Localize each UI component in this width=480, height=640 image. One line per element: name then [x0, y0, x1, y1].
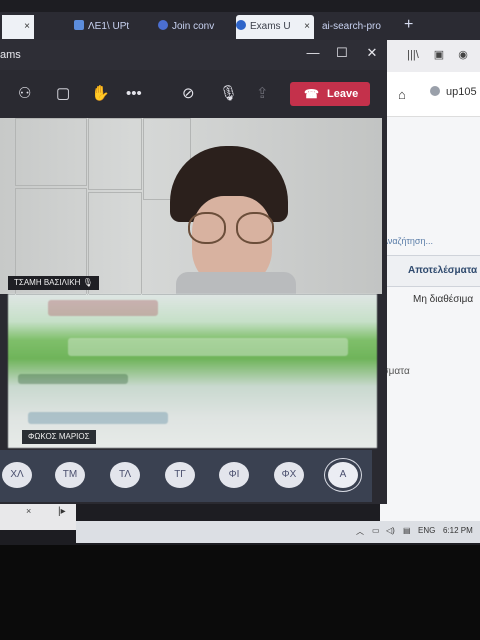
site-nav: ⌂ up105 [380, 72, 480, 117]
participant-avatar[interactable]: ΤΛ [110, 462, 140, 488]
participant-avatar[interactable]: ΤΜ [55, 462, 85, 488]
tab-ai-search[interactable]: ai-search-pro [322, 15, 392, 39]
person-shirt [176, 272, 296, 294]
participant-name-2: ΦΩΚΟΣ ΜΑΡΙΟΣ [22, 430, 96, 444]
glasses [188, 212, 226, 244]
participant-avatar[interactable]: ΦΧ [274, 462, 304, 488]
collapse-arrow-icon[interactable]: |▸ [58, 506, 66, 517]
participants-icon[interactable]: ⚇ [18, 86, 31, 102]
participant-avatar-selected[interactable]: Α [328, 462, 358, 488]
share-screen-icon[interactable]: ⇪ [256, 86, 269, 102]
close-window-icon[interactable]: ✕ [364, 45, 380, 61]
clock[interactable]: 6:12 PM [443, 526, 473, 535]
home-icon[interactable]: ⌂ [398, 87, 406, 102]
close-tab-icon[interactable]: × [24, 15, 30, 39]
tray-chevron-icon[interactable]: ︿ [356, 526, 364, 537]
tab-partial[interactable]: × [2, 15, 34, 39]
search-hint[interactable]: Αναζήτηση... [382, 236, 433, 246]
library-icon[interactable]: |||\ [406, 48, 420, 62]
raise-hand-icon[interactable]: ✋ [91, 86, 110, 102]
browser-toolbar: |||\ ▣ ◉ [380, 40, 480, 73]
profile-icon[interactable]: ◉ [456, 48, 470, 62]
ime-icon[interactable]: ▤ [403, 526, 411, 535]
participant-avatar[interactable]: ΧΛ [2, 462, 32, 488]
camera-off-icon[interactable]: ⊘ [182, 86, 195, 102]
close-panel-icon[interactable]: × [26, 506, 31, 516]
mic-off-icon[interactable]: 🎙 [219, 86, 238, 102]
participant-avatar[interactable]: ΦΙ [219, 462, 249, 488]
language-indicator[interactable]: ENG [418, 526, 435, 535]
window-title: ams [0, 49, 21, 61]
blurred-text [18, 374, 128, 384]
participant-name-1: ΤΣΑΜΗ ΒΑΣΙΛΙΚΗ 🎙 [8, 276, 99, 290]
user-label[interactable]: up105 [446, 86, 477, 98]
chat-icon[interactable]: ▢ [56, 86, 70, 102]
close-tab-icon[interactable]: × [304, 15, 310, 39]
leave-button[interactable]: ☎ Leave [290, 82, 370, 106]
more-options-icon[interactable]: ••• [126, 86, 142, 102]
blurred-text [28, 412, 168, 424]
tab-upt[interactable]: ΛΕ1\ UPt [74, 15, 138, 39]
mic-muted-icon: 🎙 [82, 278, 93, 287]
cabinet [15, 118, 87, 186]
new-tab-button[interactable]: + [404, 16, 413, 34]
network-icon[interactable]: ▭ [372, 526, 380, 535]
tab-join-conversation[interactable]: Join conv [158, 15, 220, 39]
reader-icon[interactable]: ▣ [432, 48, 446, 62]
glasses [236, 212, 274, 244]
volume-icon[interactable]: ◁) [386, 526, 395, 535]
edge-favicon-icon [236, 20, 246, 30]
minimize-icon[interactable]: — [305, 45, 321, 61]
video-tile-2 [8, 294, 377, 448]
results-header: Αποτελέσματα [380, 255, 480, 287]
participant-avatar[interactable]: ΤΓ [165, 462, 195, 488]
teams-titlebar [0, 40, 387, 70]
cabinet [88, 118, 142, 190]
tab-exams-active[interactable]: Exams U × [236, 15, 314, 39]
blurred-text [48, 300, 158, 316]
blurred-text [68, 338, 348, 356]
maximize-icon[interactable]: ☐ [334, 45, 350, 61]
hangup-phone-icon: ☎ [304, 87, 319, 101]
tab-favicon-icon [74, 20, 84, 30]
unavailable-label: Μη διαθέσιμα [413, 294, 474, 305]
teams-favicon-icon [158, 20, 168, 30]
user-icon [430, 86, 440, 96]
